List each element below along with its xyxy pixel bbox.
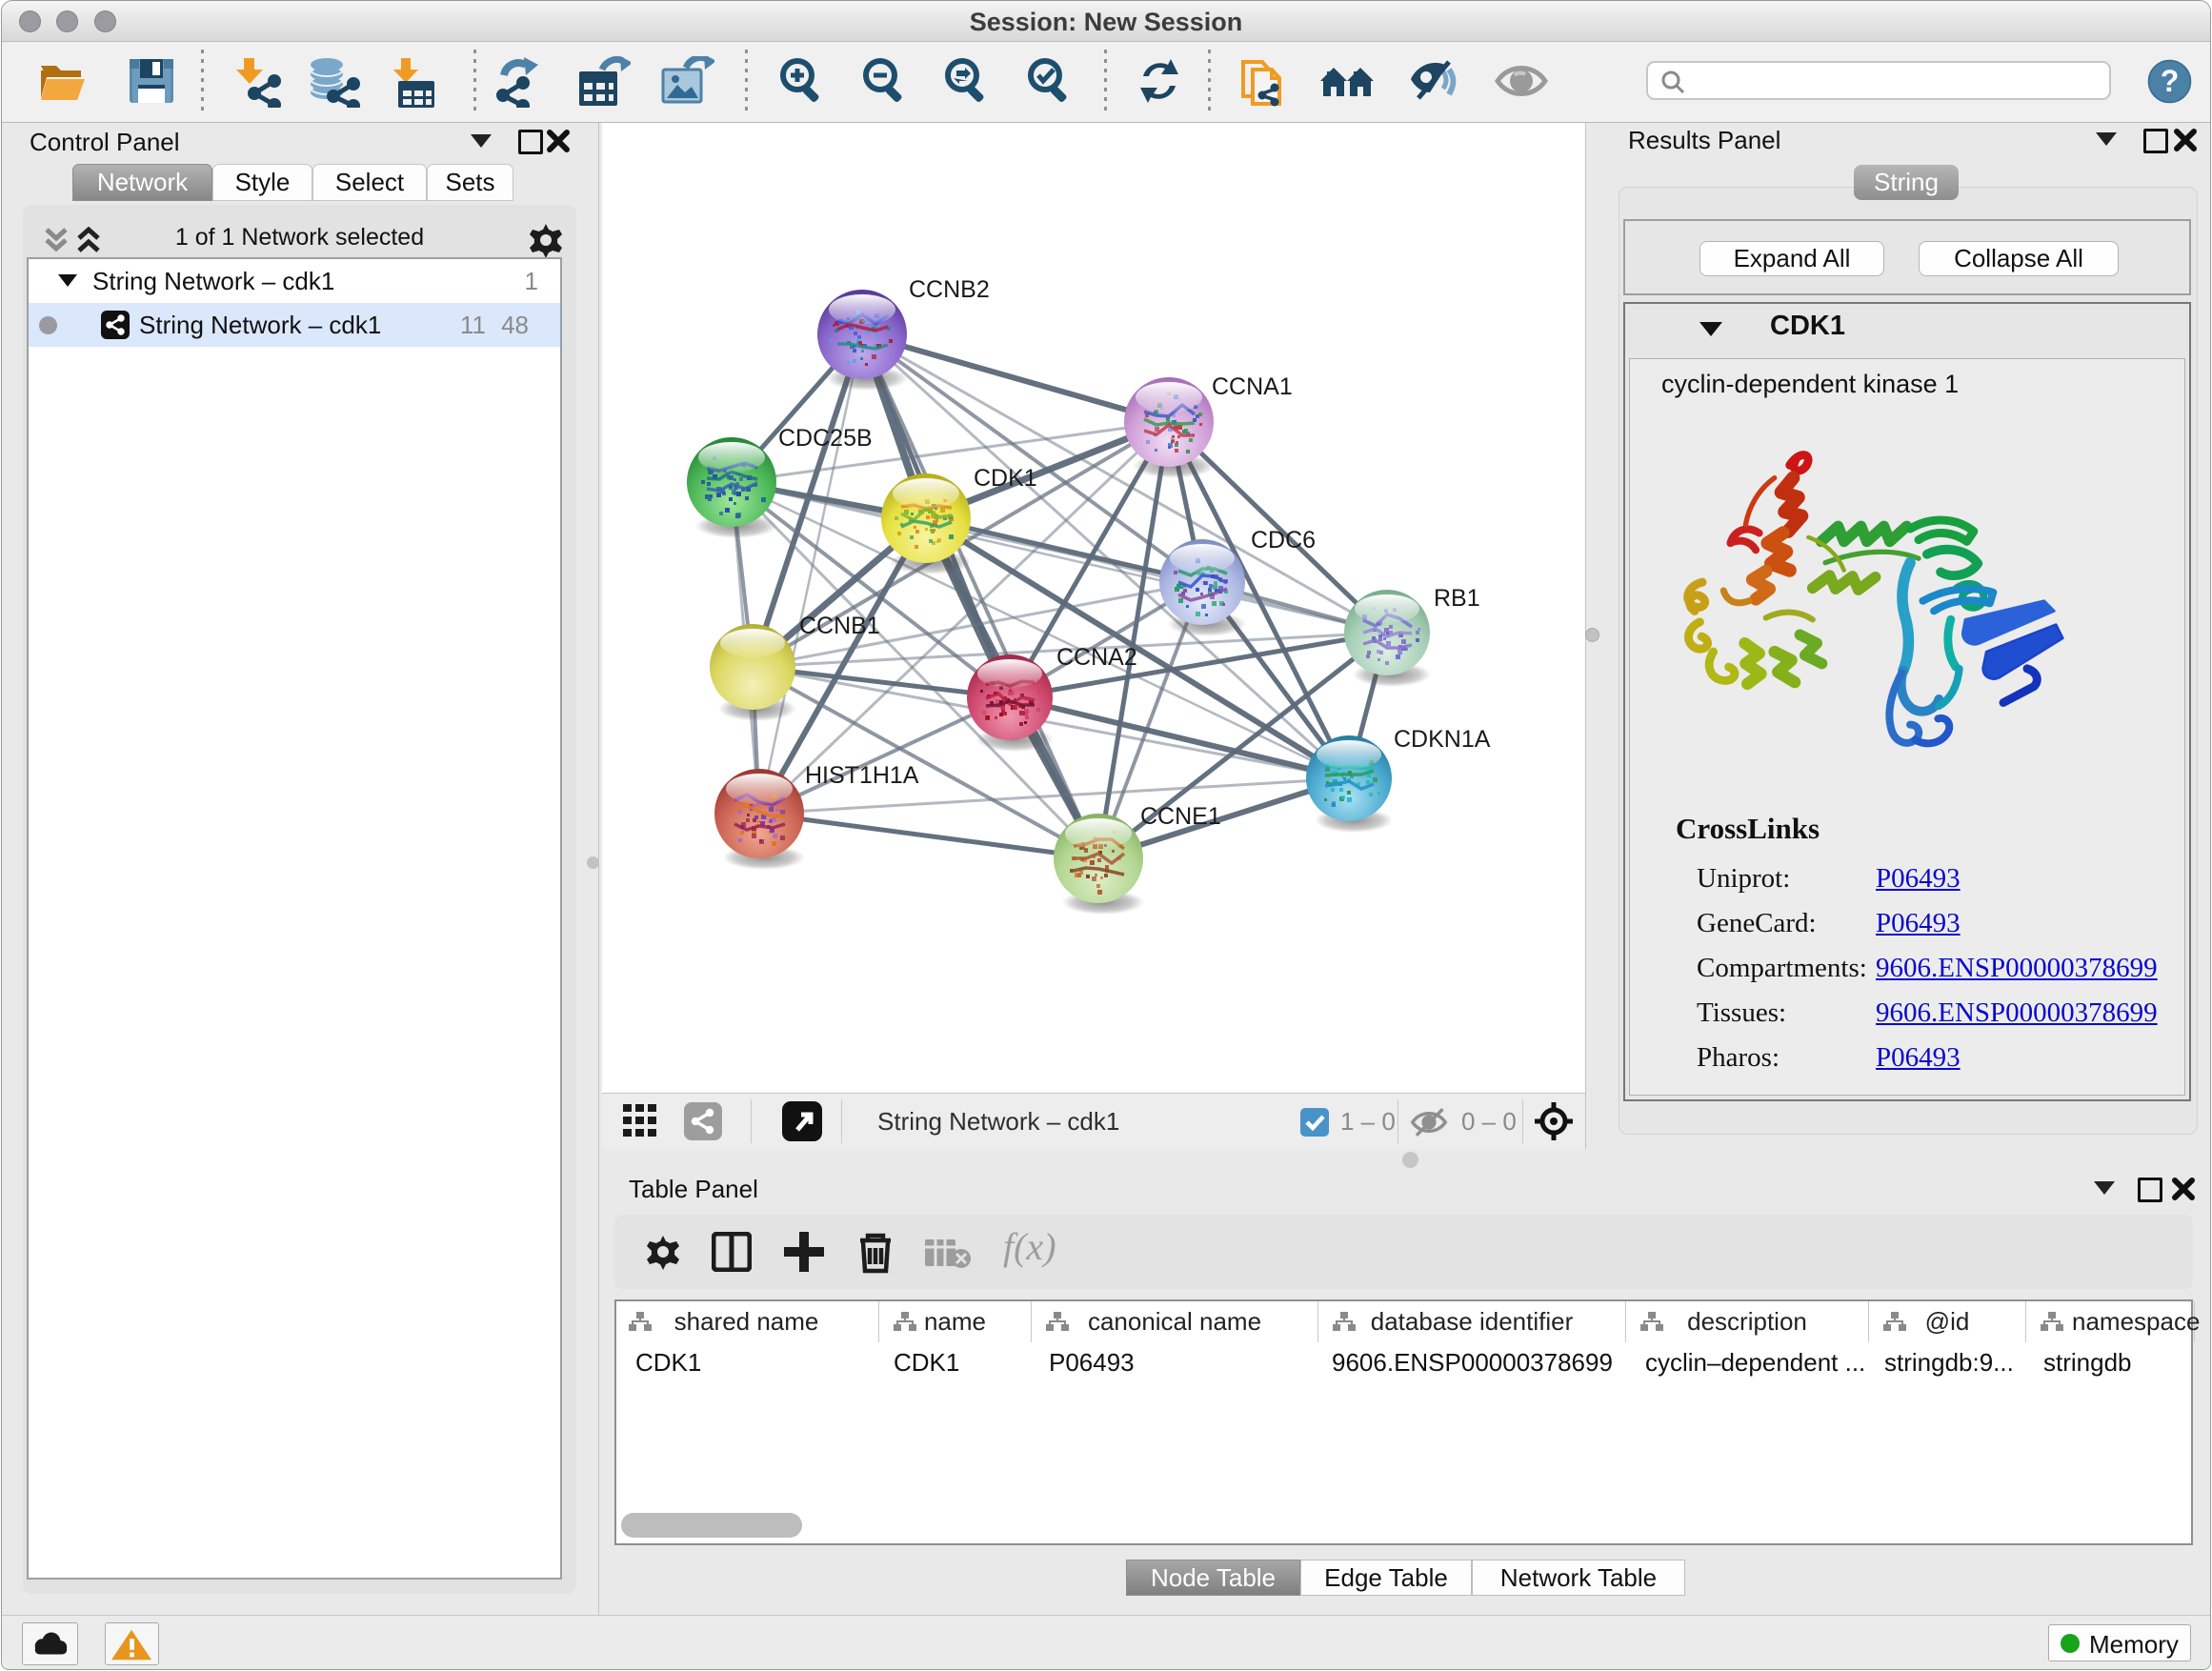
svg-text:CDC25B: CDC25B (778, 425, 873, 452)
svg-text:CDC6: CDC6 (1251, 527, 1316, 554)
svg-text:CDKN1A: CDKN1A (1394, 726, 1491, 753)
svg-text:HIST1H1A: HIST1H1A (805, 762, 919, 789)
svg-text:CDK1: CDK1 (974, 465, 1037, 492)
svg-text:CCNA2: CCNA2 (1056, 644, 1137, 671)
svg-text:RB1: RB1 (1434, 585, 1480, 612)
svg-text:CCNA1: CCNA1 (1212, 373, 1293, 400)
svg-text:CCNB2: CCNB2 (909, 276, 990, 303)
svg-text:?: ? (2161, 64, 2180, 98)
svg-text:CCNE1: CCNE1 (1140, 803, 1221, 830)
svg-text:CCNB1: CCNB1 (799, 613, 880, 639)
